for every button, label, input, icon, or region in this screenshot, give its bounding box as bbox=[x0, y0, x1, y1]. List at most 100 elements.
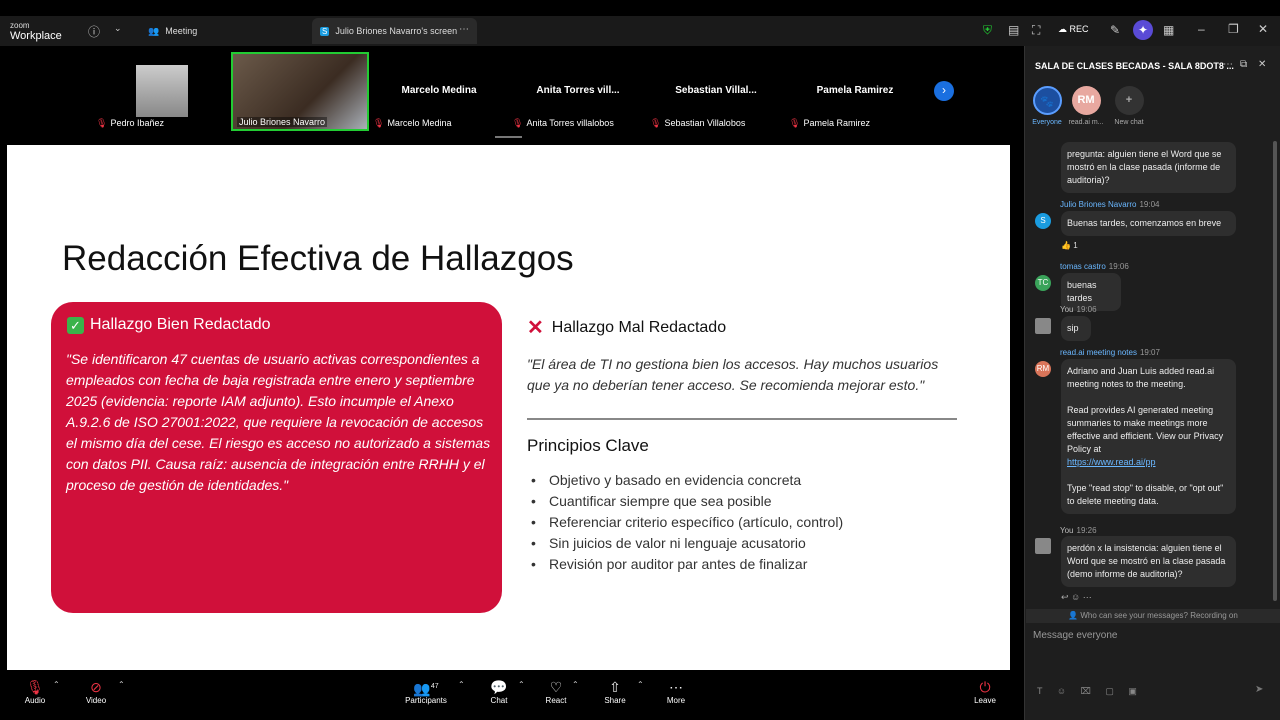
video-button[interactable]: ⊘ Video bbox=[76, 678, 116, 705]
chevron-up-icon[interactable]: ⌃ bbox=[458, 680, 465, 689]
chat-icon: 💬 bbox=[490, 679, 508, 695]
message-time: 19:04 bbox=[1139, 200, 1160, 209]
tab-meeting[interactable]: 👥 Meeting bbox=[140, 18, 205, 44]
apps-icon[interactable]: ▦ bbox=[1163, 23, 1174, 37]
pencil-icon[interactable]: ✎ bbox=[1110, 23, 1120, 37]
tab-label: New chat bbox=[1114, 119, 1144, 126]
more-icon[interactable]: ⋯ bbox=[459, 24, 469, 35]
participants-label: Participants bbox=[405, 696, 447, 705]
sender-name: You bbox=[1060, 305, 1074, 314]
minimize-icon[interactable]: – bbox=[1198, 22, 1205, 36]
leave-button[interactable]: ⏻ Leave bbox=[965, 678, 1005, 705]
tab-new-chat[interactable]: + New chat bbox=[1111, 86, 1147, 126]
bad-finding-section: ✕ Hallazgo Mal Redactado "El área de TI n… bbox=[527, 315, 957, 575]
next-page-icon[interactable]: › bbox=[934, 81, 954, 101]
people-icon: 👥 bbox=[148, 25, 160, 36]
reaction-badge[interactable]: 👍 1 bbox=[1061, 241, 1078, 250]
participant-display-name: Pamela Ramirez bbox=[816, 85, 894, 96]
privacy-notice[interactable]: 👤 Who can see your messages? Recording o… bbox=[1026, 609, 1280, 623]
shield-icon[interactable]: ⛨ bbox=[983, 23, 992, 38]
chevron-up-icon[interactable]: ⌃ bbox=[572, 680, 579, 689]
participant-tile[interactable]: 🎙 Pedro Ibañez bbox=[93, 52, 231, 131]
chat-title: SALA DE CLASES BECADAS - SALA 8DOT8 ... bbox=[1035, 61, 1234, 71]
list-item: Sin juicios de valor ni lenguaje acusato… bbox=[527, 533, 957, 554]
mic-muted-icon: 🎙 bbox=[512, 118, 524, 128]
more-button[interactable]: ⋯ More bbox=[656, 678, 696, 705]
message-actions[interactable]: ↩ ☺ ⋯ bbox=[1061, 592, 1092, 603]
divider bbox=[527, 418, 957, 420]
sender-name: You bbox=[1060, 526, 1074, 535]
chat-button[interactable]: 💬 Chat bbox=[479, 678, 519, 705]
chevron-up-icon[interactable]: ⌃ bbox=[118, 680, 125, 689]
rec-indicator[interactable]: ☁ REC bbox=[1058, 24, 1089, 35]
mic-muted-icon: 🎙 bbox=[96, 118, 108, 128]
ai-companion-icon[interactable]: ✦ bbox=[1133, 20, 1153, 40]
message-paragraph: Type "read stop" to disable, or "opt out… bbox=[1067, 483, 1224, 506]
rec-label: REC bbox=[1069, 24, 1089, 34]
people-icon: 👤 bbox=[1068, 611, 1081, 620]
more-icon[interactable]: ⋯ bbox=[1223, 59, 1233, 70]
shared-slide: Redacción Efectiva de Hallazgos ✓ Hallazg… bbox=[7, 145, 1010, 670]
close-icon[interactable]: ✕ bbox=[1258, 22, 1268, 36]
chat-input[interactable]: Message everyone bbox=[1033, 630, 1118, 641]
bad-heading: Hallazgo Mal Redactado bbox=[551, 318, 727, 336]
tab-screen-share[interactable]: S Julio Briones Navarro's screen bbox=[312, 18, 477, 44]
avatar bbox=[136, 65, 188, 117]
top-black-bar bbox=[0, 0, 1280, 16]
audio-label: Audio bbox=[24, 696, 46, 705]
notes-icon[interactable]: ▤ bbox=[1008, 23, 1019, 37]
chat-scrollbar[interactable] bbox=[1273, 141, 1277, 601]
participant-tile[interactable]: Anita Torres vill... 🎙 Anita Torres villa… bbox=[509, 52, 647, 131]
privacy-link[interactable]: https://www.read.ai/pp bbox=[1067, 456, 1230, 469]
formatting-tools[interactable]: T ☺ ⌧ ▢ ▣ bbox=[1037, 686, 1143, 697]
fullscreen-icon[interactable]: ⛶ bbox=[1032, 23, 1040, 38]
avatar: RM bbox=[1035, 361, 1051, 377]
good-text: "Se identificaron 47 cuentas de usuario … bbox=[66, 351, 491, 493]
sender-name: Julio Briones Navarro bbox=[1060, 200, 1137, 209]
chevron-up-icon[interactable]: ⌃ bbox=[518, 680, 525, 689]
tab-readai[interactable]: RM read.ai m... bbox=[1068, 86, 1104, 126]
participant-display-name: Anita Torres vill... bbox=[536, 85, 620, 96]
popout-icon[interactable]: ⧉ bbox=[1240, 59, 1247, 70]
participant-tile-active-speaker[interactable]: Julio Briones Navarro bbox=[231, 52, 369, 131]
zoom-logo: zoom Workplace bbox=[10, 21, 62, 42]
chat-message: Buenas tardes, comenzamos en breve bbox=[1061, 211, 1236, 236]
more-label: More bbox=[666, 696, 686, 705]
mic-muted-icon: 🎙 bbox=[26, 679, 44, 695]
info-icon[interactable]: ⓘ bbox=[88, 23, 100, 40]
tab-screen-label: Julio Briones Navarro's screen bbox=[335, 26, 458, 36]
chevron-up-icon[interactable]: ⌃ bbox=[637, 680, 644, 689]
avatar bbox=[1035, 318, 1051, 334]
restore-icon[interactable]: ❐ bbox=[1228, 22, 1239, 36]
good-heading: Hallazgo Bien Redactado bbox=[90, 316, 271, 333]
cross-icon: ✕ bbox=[527, 317, 544, 339]
react-button[interactable]: ♡ React bbox=[536, 678, 576, 705]
chevron-down-icon[interactable]: ⌄ bbox=[114, 23, 122, 34]
share-button[interactable]: ⇧ Share bbox=[595, 678, 635, 705]
react-label: React bbox=[545, 696, 567, 705]
avatar bbox=[1035, 538, 1051, 554]
notice-text: Who can see your messages? Recording on bbox=[1080, 611, 1238, 620]
participant-tile[interactable]: Sebastian Villal... 🎙 Sebastian Villalobo… bbox=[647, 52, 785, 131]
participant-name: Pamela Ramirez bbox=[803, 118, 870, 128]
bad-text: "El área de TI no gestiona bien los acce… bbox=[527, 356, 939, 393]
list-item: Cuantificar siempre que sea posible bbox=[527, 491, 957, 512]
close-icon[interactable]: ✕ bbox=[1258, 59, 1266, 70]
check-icon: ✓ bbox=[67, 316, 84, 334]
participant-tile[interactable]: Pamela Ramirez 🎙 Pamela Ramirez bbox=[786, 52, 924, 131]
scroll-indicator[interactable] bbox=[495, 136, 522, 138]
share-icon: S bbox=[320, 26, 330, 36]
participant-name: Pedro Ibañez bbox=[110, 118, 164, 128]
participants-button[interactable]: 👥47 Participants bbox=[400, 678, 452, 705]
tab-everyone[interactable]: 🐾 Everyone bbox=[1029, 86, 1065, 126]
participant-display-name: Sebastian Villal... bbox=[675, 85, 757, 96]
chevron-up-icon[interactable]: ⌃ bbox=[53, 680, 60, 689]
sender-name: read.ai meeting notes bbox=[1060, 348, 1137, 357]
audio-button[interactable]: 🎙 Audio bbox=[15, 678, 55, 705]
participants-count: 47 bbox=[430, 683, 439, 690]
mic-muted-icon: 🎙 bbox=[650, 118, 662, 128]
chat-message: perdón x la insistencia: alguien tiene e… bbox=[1061, 536, 1236, 587]
participant-tile[interactable]: Marcelo Medina 🎙 Marcelo Medina bbox=[370, 52, 508, 131]
send-icon[interactable]: ➤ bbox=[1255, 684, 1263, 695]
chat-message: Adriano and Juan Luis added read.ai meet… bbox=[1061, 359, 1236, 514]
